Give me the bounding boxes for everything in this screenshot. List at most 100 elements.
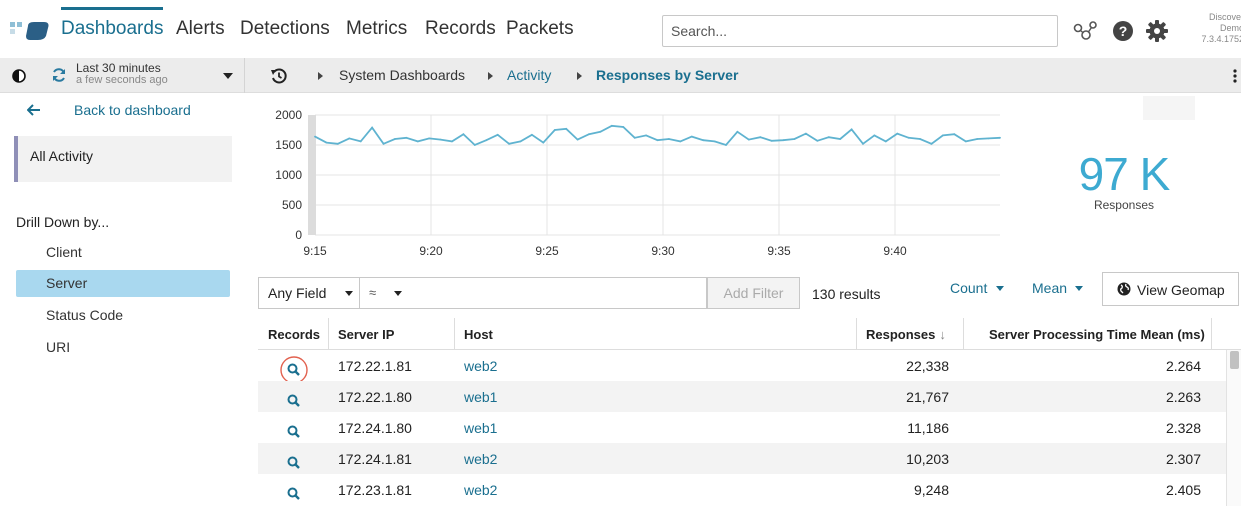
breadcrumb-arrow-icon: [318, 72, 323, 80]
time-selector[interactable]: Last 30 minutes a few seconds ago: [0, 58, 245, 93]
mean-dropdown[interactable]: Mean: [1032, 280, 1083, 296]
drill-item-uri[interactable]: URI: [16, 334, 230, 361]
server-ip-cell: 172.24.1.81: [338, 451, 412, 467]
chart-data-point: [325, 141, 328, 144]
chart-data-point: [987, 137, 990, 140]
nav-tab-packets[interactable]: Packets: [506, 18, 574, 40]
theme-toggle-icon[interactable]: [12, 69, 26, 83]
context-bar: Last 30 minutes a few seconds ago System…: [0, 58, 1241, 93]
processing-time-cell: 2.405: [1165, 482, 1201, 498]
globe-icon: [1117, 282, 1131, 296]
filter-value-input[interactable]: [411, 277, 707, 309]
table-row[interactable]: 172.23.1.81 web2 9,248 2.405: [258, 474, 1226, 505]
column-header-records[interactable]: Records: [268, 327, 320, 342]
chart-data-point: [782, 139, 784, 142]
more-options-icon[interactable]: [1232, 67, 1238, 85]
table-scrollbar-thumb[interactable]: [1230, 351, 1239, 369]
column-header-server-ip[interactable]: Server IP: [338, 327, 394, 342]
table-header: Records Server IP Host Responses ↓ Server…: [258, 318, 1241, 350]
refresh-icon[interactable]: [51, 67, 67, 83]
host-link[interactable]: web2: [464, 482, 497, 498]
drill-down-heading: Drill Down by...: [16, 214, 110, 230]
drill-item-client[interactable]: Client: [16, 239, 230, 266]
table-scrollbar[interactable]: [1226, 350, 1241, 506]
chart-data-point: [610, 124, 613, 127]
processing-time-cell: 2.264: [1165, 358, 1201, 374]
table-row[interactable]: 172.24.1.80 web1 11,186 2.328: [258, 412, 1226, 443]
arrow-left-icon: [27, 104, 40, 116]
all-activity-item[interactable]: All Activity: [14, 136, 232, 182]
responses-chart[interactable]: 0 500 1000 1500 2000 9:15 9:20 9:25 9:30 9:35 9:40: [255, 100, 1015, 265]
host-link[interactable]: web2: [464, 358, 497, 374]
chart-data-point: [656, 139, 659, 142]
view-records-icon[interactable]: [279, 480, 309, 506]
add-filter-button[interactable]: Add Filter: [707, 277, 800, 309]
chart-data-point: [816, 139, 819, 142]
column-header-server-processing-time[interactable]: Server Processing Time Mean (ms): [989, 327, 1205, 342]
chart-data-point: [839, 138, 842, 140]
responses-cell: 11,186: [907, 420, 949, 436]
history-icon[interactable]: [270, 67, 288, 85]
sidebar: Back to dashboard All Activity Drill Dow…: [0, 94, 245, 506]
responses-total-label: Responses: [1093, 198, 1155, 212]
host-link[interactable]: web1: [464, 389, 497, 405]
chart-data-point: [919, 138, 921, 140]
filter-field-select[interactable]: Any Field: [258, 277, 360, 309]
chart-data-point: [759, 136, 762, 139]
gear-icon[interactable]: [1144, 18, 1170, 44]
search-input[interactable]: [662, 15, 1058, 47]
column-header-host[interactable]: Host: [464, 327, 493, 342]
host-link[interactable]: web1: [464, 420, 497, 436]
drill-item-status-code[interactable]: Status Code: [16, 302, 230, 329]
breadcrumb-system-dashboards[interactable]: System Dashboards: [339, 67, 465, 83]
chart-data-point: [508, 142, 510, 145]
server-ip-cell: 172.23.1.81: [338, 482, 412, 498]
count-dropdown[interactable]: Count: [950, 280, 1004, 296]
table-row[interactable]: 172.24.1.81 web2 10,203 2.307: [258, 443, 1226, 474]
version-line-2: Demo: [1219, 23, 1241, 33]
view-geomap-label: View Geomap: [1137, 282, 1225, 298]
breadcrumb-activity[interactable]: Activity: [507, 67, 551, 83]
nav-tab-records[interactable]: Records: [425, 18, 496, 40]
help-icon[interactable]: ?: [1110, 18, 1136, 44]
host-link[interactable]: web2: [464, 451, 497, 467]
network-icon[interactable]: [1072, 18, 1098, 44]
view-geomap-button[interactable]: View Geomap: [1102, 272, 1239, 306]
server-ip-cell: 172.24.1.80: [338, 420, 412, 436]
filter-field-value: Any Field: [268, 285, 327, 301]
table-row[interactable]: 172.22.1.81 web2 22,338 2.264: [258, 350, 1226, 384]
chart-data-point: [953, 133, 956, 136]
chart-data-point: [314, 135, 316, 138]
chart-data-point: [668, 138, 670, 140]
chart-data-point: [930, 142, 933, 145]
table-row[interactable]: 172.22.1.80 web1 21,767 2.263: [258, 381, 1226, 412]
filter-operator-select[interactable]: ≈: [360, 277, 412, 309]
nav-tab-dashboards[interactable]: Dashboards: [61, 7, 164, 40]
chart-y-tick-label: 1000: [275, 168, 302, 182]
count-dropdown-label: Count: [950, 280, 988, 296]
nav-tab-metrics[interactable]: Metrics: [346, 18, 407, 40]
nav-tab-detections[interactable]: Detections: [240, 18, 330, 40]
column-header-responses[interactable]: Responses ↓: [866, 327, 946, 342]
drill-item-server[interactable]: Server: [16, 270, 230, 297]
chart-data-point: [645, 134, 647, 137]
breadcrumb-responses-by-server[interactable]: Responses by Server: [596, 67, 738, 83]
nav-tab-alerts[interactable]: Alerts: [176, 18, 225, 40]
chart-data-point: [713, 140, 716, 143]
chart-data-point: [462, 133, 465, 136]
chart-data-point: [451, 140, 453, 143]
chevron-down-icon: [1075, 286, 1083, 291]
chevron-down-icon[interactable]: [223, 73, 233, 79]
breadcrumb-arrow-icon: [488, 72, 493, 80]
extrahop-logo[interactable]: [10, 18, 50, 44]
chart-data-point: [531, 133, 533, 136]
chart-x-tick-label: 9:40: [883, 244, 907, 258]
chart-data-point: [599, 130, 602, 133]
chart-data-point: [588, 133, 590, 136]
chart-data-point: [542, 141, 545, 144]
column-divider: [1211, 318, 1212, 350]
chart-data-point: [553, 129, 556, 131]
chart-data-point: [382, 142, 385, 145]
responses-line-chart[interactable]: 0 500 1000 1500 2000 9:15 9:20 9:25 9:30 9:35 9:40: [255, 100, 1015, 265]
chart-data-point: [519, 140, 522, 143]
